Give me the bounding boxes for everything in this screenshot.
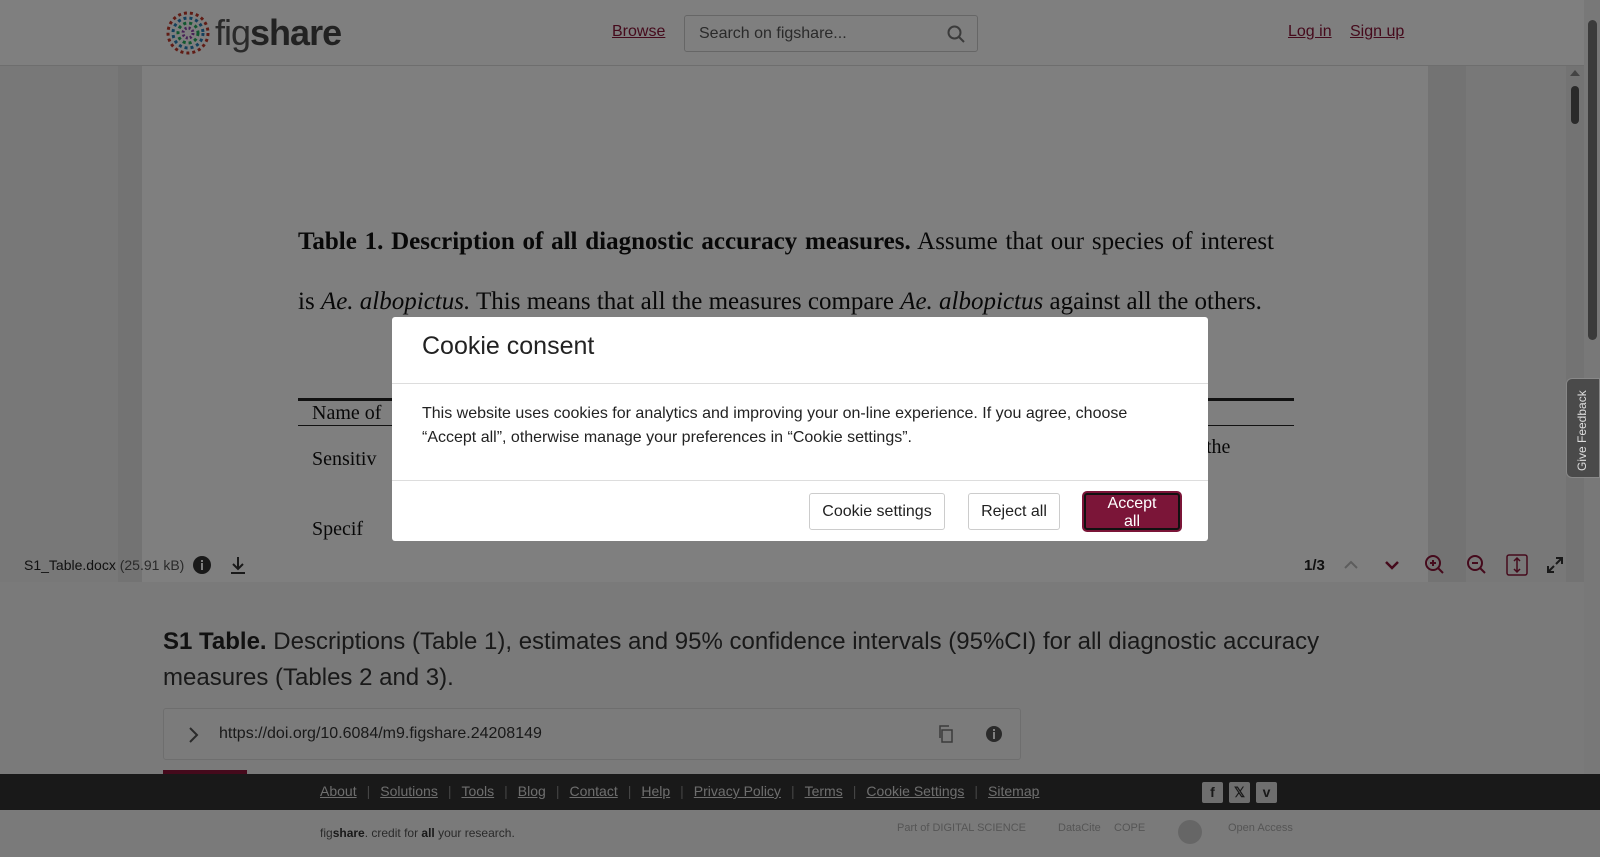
feedback-label: Give Feedback — [1575, 390, 1589, 471]
give-feedback-tab[interactable]: Give Feedback — [1566, 378, 1600, 478]
dialog-divider — [392, 480, 1208, 481]
cookie-settings-button[interactable]: Cookie settings — [809, 493, 945, 530]
cookie-consent-dialog: Cookie consent This website uses cookies… — [392, 317, 1208, 541]
dialog-body: This website uses cookies for analytics … — [422, 405, 1128, 446]
dialog-divider — [392, 383, 1208, 384]
reject-all-button[interactable]: Reject all — [968, 493, 1060, 530]
modal-backdrop: Cookie consent This website uses cookies… — [0, 0, 1600, 857]
dialog-title: Cookie consent — [422, 332, 595, 360]
accept-all-button[interactable]: Accept all — [1084, 493, 1180, 530]
